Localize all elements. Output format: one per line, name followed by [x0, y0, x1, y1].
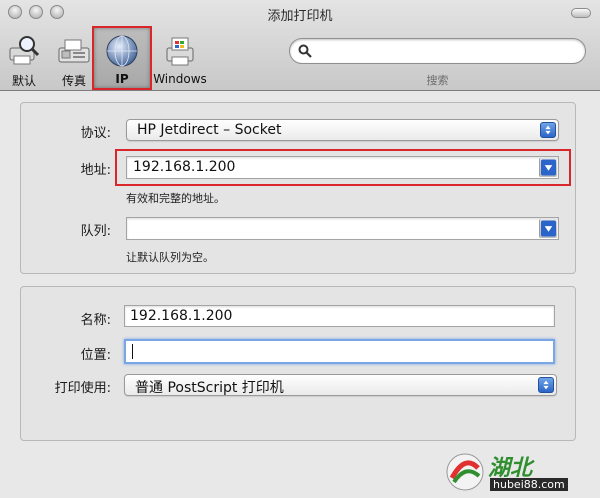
updown-arrows-icon — [540, 122, 556, 138]
search-field[interactable] — [289, 38, 586, 64]
address-value: 192.168.1.200 — [133, 159, 236, 175]
location-label: 位置: — [80, 348, 111, 363]
location-field[interactable] — [124, 339, 555, 364]
toolbar-windows-button[interactable]: Windows — [150, 28, 210, 88]
name-field[interactable]: 192.168.1.200 — [124, 305, 555, 327]
address-combo[interactable]: 192.168.1.200 — [126, 156, 559, 179]
search-label: 搜索 — [426, 74, 449, 87]
print-using-value: 普通 PostScript 打印机 — [135, 380, 284, 396]
chevron-down-icon[interactable] — [539, 158, 557, 177]
toolbar-default-label: 默认 — [11, 74, 36, 88]
protocol-label: 协议: — [80, 126, 111, 141]
connection-panel: 协议: HP Jetdirect – Socket 地址: 192.168.1.… — [20, 102, 576, 274]
search-icon — [298, 44, 312, 58]
queue-hint: 让默认队列为空。 — [126, 251, 214, 264]
toolbar-default-button[interactable]: 默认 — [4, 28, 44, 88]
titlebar: 添加打印机 — [0, 0, 600, 26]
fax-icon — [58, 39, 90, 63]
toolbar-area: 添加打印机 默认 传真 IP Windows 搜索 — [0, 0, 600, 91]
printer-info-panel: 名称: 192.168.1.200 位置: 打印使用: 普通 PostScrip… — [20, 286, 576, 441]
toolbar-ip-button[interactable]: IP — [92, 26, 152, 90]
magnifier-printer-icon — [9, 36, 40, 65]
updown-arrows-icon — [538, 377, 554, 393]
toolbar-windows-label: Windows — [153, 72, 207, 86]
toolbar-fax-label: 传真 — [61, 74, 86, 88]
address-hint: 有效和完整的地址。 — [126, 192, 225, 205]
protocol-popup[interactable]: HP Jetdirect – Socket — [126, 119, 559, 141]
queue-combo[interactable] — [126, 217, 559, 240]
name-value: 192.168.1.200 — [130, 308, 233, 324]
window-title: 添加打印机 — [267, 9, 333, 24]
toolbar-toggle-button[interactable] — [571, 8, 591, 18]
watermark-logo-icon — [446, 453, 484, 491]
site-watermark: 湖北 hubei88.com — [440, 448, 600, 498]
address-label: 地址: — [80, 163, 111, 178]
add-printer-window: 添加打印机 默认 传真 IP Windows 搜索 协议: HP Jetdire… — [0, 0, 600, 498]
print-using-label: 打印使用: — [54, 381, 111, 396]
name-label: 名称: — [80, 313, 111, 328]
chevron-down-icon[interactable] — [539, 219, 557, 238]
print-using-popup[interactable]: 普通 PostScript 打印机 — [124, 374, 557, 396]
toolbar-fax-button[interactable]: 传真 — [52, 28, 96, 88]
globe-icon — [106, 35, 138, 67]
windows-printer-icon — [166, 37, 194, 66]
queue-label: 队列: — [80, 224, 111, 239]
toolbar-ip-label: IP — [115, 72, 129, 86]
watermark-url: hubei88.com — [490, 478, 568, 491]
protocol-value: HP Jetdirect – Socket — [137, 122, 282, 138]
text-caret — [132, 344, 133, 359]
